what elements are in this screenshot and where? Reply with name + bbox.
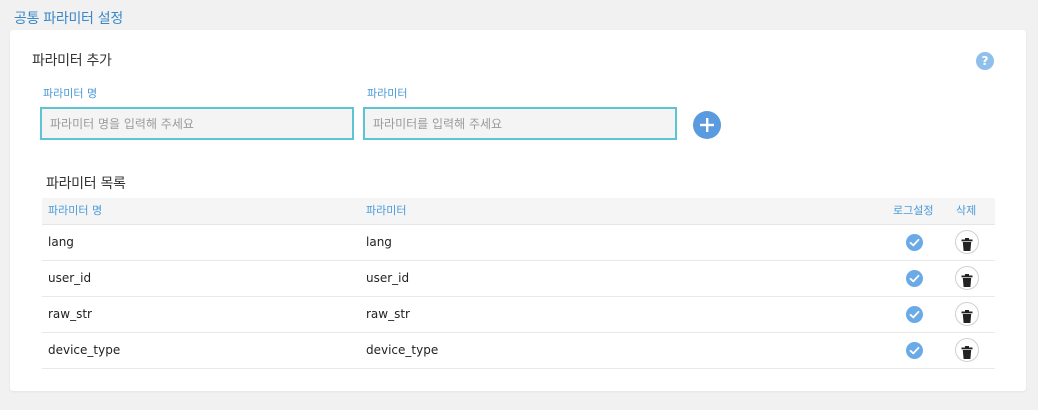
trash-icon	[961, 237, 973, 251]
column-header-parameter: 파라미터	[366, 204, 407, 217]
row-parameter-cell: user_id	[366, 271, 410, 285]
row-name-cell: raw_str	[48, 307, 92, 321]
trash-icon	[961, 273, 973, 287]
trash-icon	[961, 309, 973, 323]
log-enabled-check-icon[interactable]	[906, 342, 923, 359]
plus-icon	[700, 118, 714, 132]
parameter-table: 파라미터 명 파라미터 로그설정 삭제 lang lang user_id us…	[42, 198, 995, 369]
page-title: 공통 파라미터 설정	[14, 11, 123, 27]
row-name-cell: device_type	[48, 343, 121, 357]
table-header: 파라미터 명 파라미터 로그설정 삭제	[42, 198, 995, 225]
table-row: device_type device_type	[42, 333, 995, 369]
help-icon[interactable]: ?	[976, 52, 994, 70]
delete-row-button[interactable]	[955, 302, 979, 326]
log-enabled-check-icon[interactable]	[906, 270, 923, 287]
column-header-name: 파라미터 명	[48, 204, 103, 217]
add-section-title: 파라미터 추가	[32, 53, 112, 69]
trash-icon	[961, 345, 973, 359]
table-row: lang lang	[42, 225, 995, 261]
parameter-name-input[interactable]	[40, 107, 354, 140]
row-parameter-cell: device_type	[366, 343, 439, 357]
row-parameter-cell: lang	[366, 235, 392, 249]
column-header-log-setting: 로그설정	[893, 204, 934, 217]
add-parameter-button[interactable]	[693, 111, 721, 139]
table-row: user_id user_id	[42, 261, 995, 297]
delete-row-button[interactable]	[955, 266, 979, 290]
delete-row-button[interactable]	[955, 230, 979, 254]
log-enabled-check-icon[interactable]	[906, 234, 923, 251]
list-section-title: 파라미터 목록	[46, 176, 126, 192]
column-header-delete: 삭제	[956, 204, 977, 217]
parameter-name-label: 파라미터 명	[43, 87, 98, 100]
parameter-settings-card: 파라미터 추가 ? 파라미터 명 파라미터 파라미터 목록 파라미터 명 파라미…	[10, 30, 1026, 391]
delete-row-button[interactable]	[955, 338, 979, 362]
table-row: raw_str raw_str	[42, 297, 995, 333]
log-enabled-check-icon[interactable]	[906, 306, 923, 323]
parameter-label: 파라미터	[367, 87, 408, 100]
row-parameter-cell: raw_str	[366, 307, 410, 321]
parameter-input[interactable]	[363, 107, 677, 140]
row-name-cell: lang	[48, 235, 74, 249]
row-name-cell: user_id	[48, 271, 92, 285]
